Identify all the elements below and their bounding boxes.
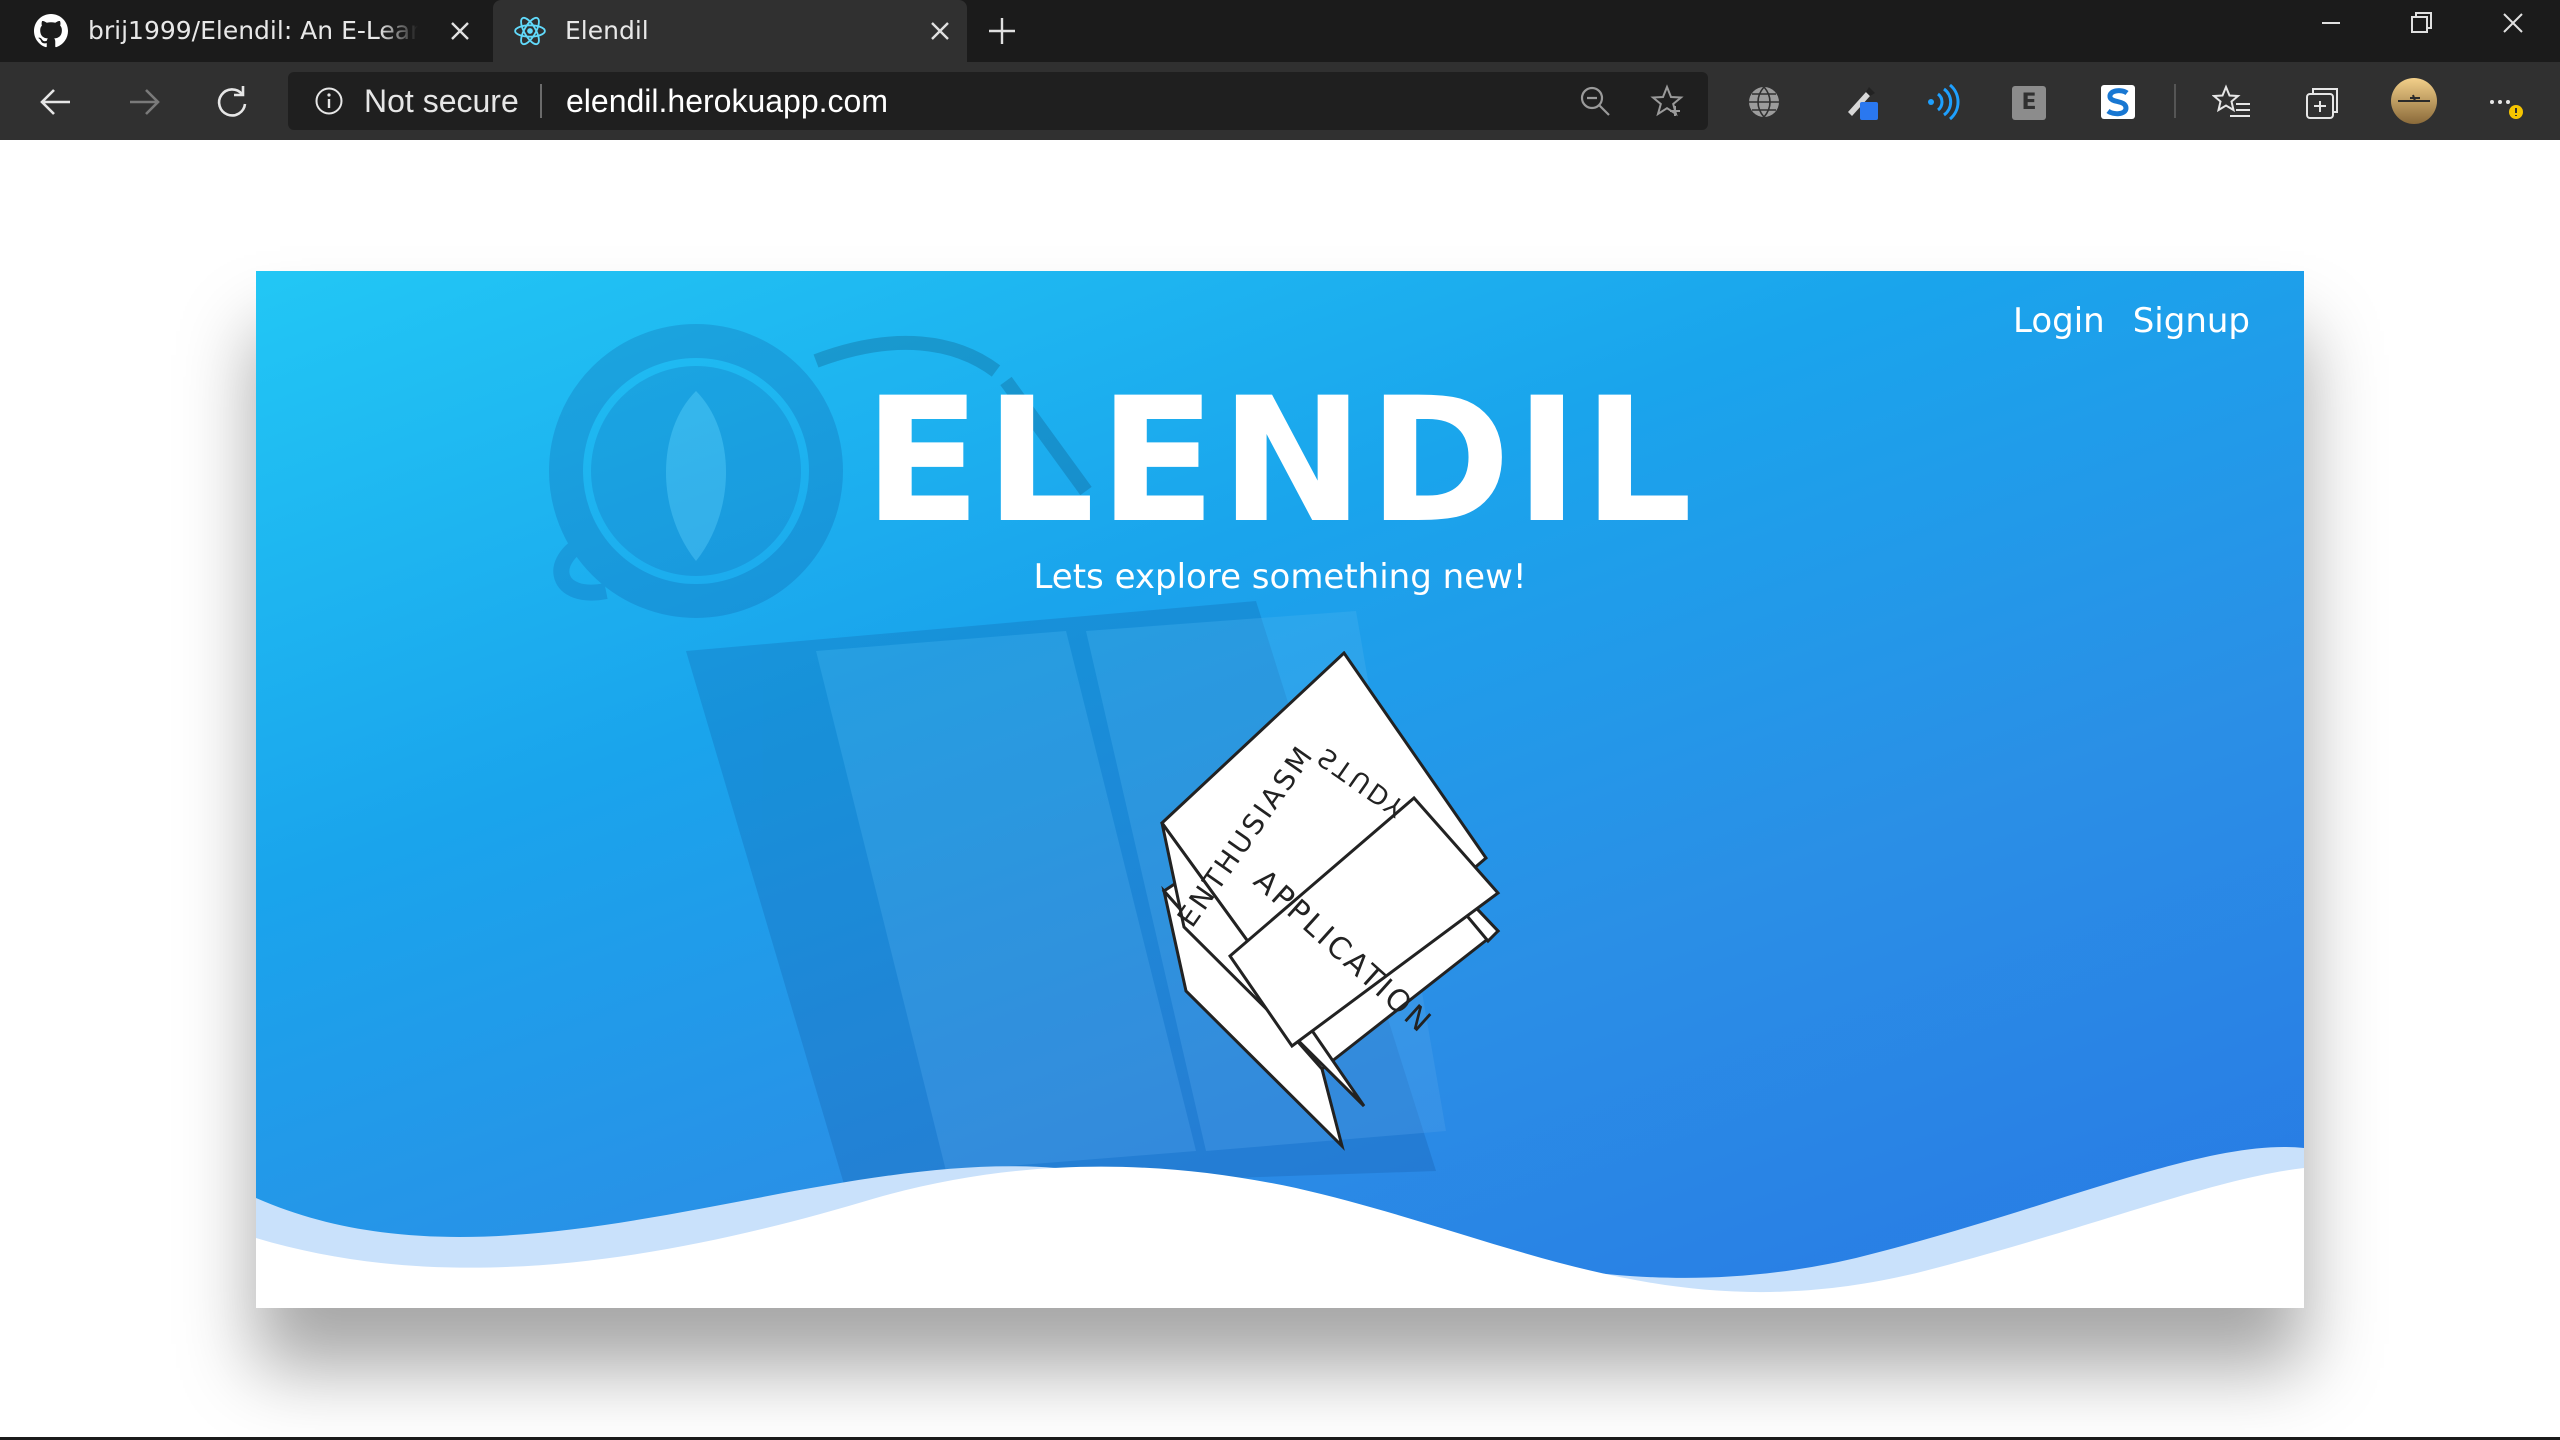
login-link[interactable]: Login <box>2013 301 2105 341</box>
back-icon[interactable] <box>36 82 76 122</box>
wireless-icon[interactable] <box>1922 82 1962 122</box>
tab-title: Elendil <box>565 16 649 45</box>
address-bar[interactable]: Not secure elendil.herokuapp.com <box>288 72 1708 130</box>
tab-strip: brij1999/Elendil: An E-Learning web app … <box>0 0 2560 62</box>
signup-link[interactable]: Signup <box>2133 301 2250 341</box>
tab-github[interactable]: brij1999/Elendil: An E-Learning web app <box>0 0 492 62</box>
add-favorite-icon[interactable] <box>1650 84 1684 118</box>
hero-card: Login Signup ELENDIL Lets explore someth… <box>256 271 2304 1308</box>
refresh-icon[interactable] <box>212 82 252 122</box>
react-icon <box>514 16 546 46</box>
tab-title: brij1999/Elendil: An E-Learning web app <box>88 16 418 45</box>
close-tab-icon[interactable] <box>928 19 952 43</box>
bottom-wave <box>256 1147 2304 1308</box>
s-extension-icon[interactable] <box>2098 82 2138 122</box>
zoom-icon[interactable] <box>1578 84 1612 118</box>
pen-icon[interactable] <box>1842 82 1882 122</box>
hero-heading: ELENDIL Lets explore something new! <box>256 360 2304 598</box>
more-options-icon[interactable] <box>2484 82 2524 122</box>
toolbar-divider <box>2174 84 2176 118</box>
security-label[interactable]: Not secure <box>364 83 519 120</box>
address-divider <box>540 84 542 118</box>
close-tab-icon[interactable] <box>448 19 472 43</box>
restore-icon[interactable] <box>2404 6 2438 40</box>
globe-icon[interactable] <box>1744 82 1784 122</box>
forward-icon[interactable] <box>124 82 164 122</box>
url-text[interactable]: elendil.herokuapp.com <box>566 83 888 120</box>
close-window-icon[interactable] <box>2496 6 2530 40</box>
top-nav: Login Signup <box>2013 301 2250 341</box>
minimize-icon[interactable] <box>2314 6 2348 40</box>
favorites-icon[interactable] <box>2212 82 2252 122</box>
info-icon[interactable] <box>314 86 344 116</box>
site-logo: ELENDIL <box>863 360 1697 561</box>
tagline: Lets explore something new! <box>1033 557 1527 597</box>
e-extension-icon[interactable]: E <box>2012 86 2046 120</box>
new-tab-icon[interactable] <box>985 14 1019 48</box>
browser-toolbar: Not secure elendil.herokuapp.com E <box>0 62 2560 140</box>
collections-icon[interactable] <box>2302 82 2342 122</box>
github-icon <box>34 14 68 48</box>
profile-avatar[interactable] <box>2390 77 2438 125</box>
tab-elendil[interactable]: Elendil <box>493 0 967 62</box>
